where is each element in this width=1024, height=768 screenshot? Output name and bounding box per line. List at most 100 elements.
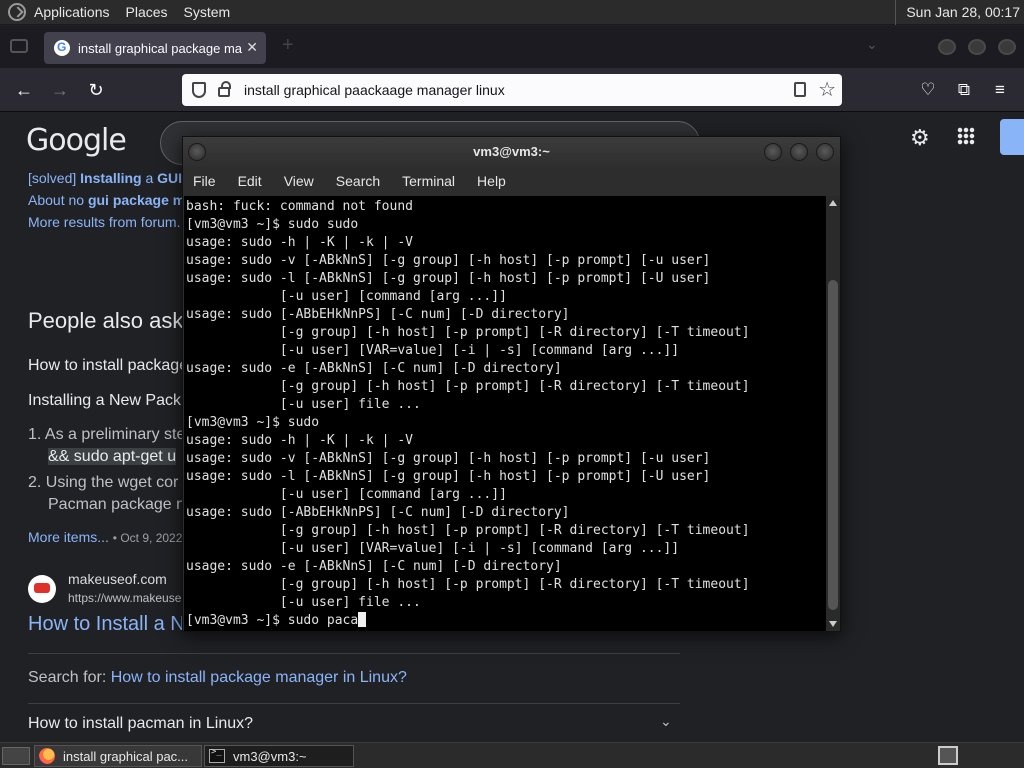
more-items-date: Oct 9, 2022: [120, 531, 183, 545]
terminal-line: [-g group] [-h host] [-p prompt] [-R dir…: [186, 577, 750, 592]
text-cursor: [358, 612, 367, 627]
terminal-line: [vm3@vm3 ~]$ sudo sudo: [186, 217, 359, 232]
step-2: 2. Using the wget cor: [28, 474, 179, 491]
terminal-titlebar[interactable]: vm3@vm3:~: [183, 137, 840, 167]
more-items-link[interactable]: More items...: [28, 529, 109, 545]
taskbar-terminal[interactable]: vm3@vm3:~: [204, 745, 354, 767]
lock-icon[interactable]: [218, 81, 231, 97]
scroll-down-arrow-icon[interactable]: [829, 621, 837, 627]
featured-heading: Installing a New Pack: [28, 392, 181, 409]
terminal-line: usage: sudo [-ABbEHkNnPS] [-C num] [-D d…: [186, 307, 570, 322]
menu-applications[interactable]: Applications: [34, 4, 110, 20]
terminal-line: [-u user] file ...: [186, 595, 421, 610]
google-logo[interactable]: Google: [26, 123, 127, 158]
terminal-line: usage: sudo -e [-ABkNnS] [-C num] [-D di…: [186, 559, 562, 574]
scrollbar-thumb[interactable]: [828, 280, 838, 610]
menu-edit[interactable]: Edit: [238, 173, 262, 189]
taskbar-firefox[interactable]: install graphical pac...: [34, 745, 202, 767]
terminal-line: usage: sudo -e [-ABkNnS] [-C num] [-D di…: [186, 361, 562, 376]
result-line-1[interactable]: [solved] Installing a GUI: [28, 167, 185, 189]
new-tab-icon[interactable]: +: [282, 34, 294, 57]
back-arrow-icon[interactable]: ←: [12, 78, 36, 102]
menu-view[interactable]: View: [284, 173, 314, 189]
tracking-protection-shield-icon[interactable]: [192, 82, 206, 98]
terminal-line: [-g group] [-h host] [-p prompt] [-R dir…: [186, 523, 750, 538]
menu-system[interactable]: System: [184, 4, 231, 20]
terminal-line: usage: sudo -l [-ABkNnS] [-g group] [-h …: [186, 271, 711, 286]
workspace-switcher-icon[interactable]: [938, 746, 958, 765]
maximize-button[interactable]: [790, 143, 808, 161]
terminal-title: vm3@vm3:~: [473, 144, 550, 159]
close-button[interactable]: [816, 143, 834, 161]
terminal-icon: [209, 747, 225, 763]
terminal-line: [vm3@vm3 ~]$ sudo: [186, 415, 320, 430]
taskbar-firefox-label: install graphical pac...: [63, 748, 189, 764]
minimize-window-button[interactable]: [938, 39, 956, 55]
firefox-view-icon[interactable]: [10, 39, 28, 53]
show-desktop-icon[interactable]: [2, 747, 30, 765]
terminal-line: [-u user] [VAR=value] [-i | -s] [command…: [186, 343, 680, 358]
divider: [28, 703, 680, 704]
menu-help[interactable]: Help: [477, 173, 506, 189]
bottom-taskbar: install graphical pac... vm3@vm3:~: [0, 742, 1024, 768]
maximize-window-button[interactable]: [968, 39, 986, 55]
source-site-name[interactable]: makeuseof.com: [68, 571, 167, 587]
forward-arrow-icon[interactable]: →: [48, 78, 72, 102]
hamburger-menu-icon[interactable]: ≡: [988, 78, 1012, 102]
reload-icon[interactable]: ↻: [84, 78, 108, 102]
result-line-3[interactable]: More results from forum.: [28, 211, 185, 233]
terminal-line: usage: sudo -h | -K | -k | -V: [186, 235, 413, 250]
terminal-input-line[interactable]: [vm3@vm3 ~]$ sudo paca: [186, 612, 826, 630]
url-bar[interactable]: install graphical paackaage manager linu…: [182, 74, 842, 106]
taskbar-terminal-label: vm3@vm3:~: [233, 748, 307, 764]
terminal-line: usage: sudo -v [-ABkNnS] [-g group] [-h …: [186, 451, 711, 466]
browser-tab[interactable]: install graphical package ma ✕: [44, 32, 266, 64]
menu-places[interactable]: Places: [126, 4, 168, 20]
distro-logo-icon[interactable]: [8, 3, 26, 21]
terminal-window[interactable]: vm3@vm3:~ File Edit View Search Terminal…: [182, 136, 841, 632]
result-line-2[interactable]: About no gui package m: [28, 189, 185, 211]
top-panel: Applications Places System Sun Jan 28, 0…: [0, 0, 1024, 25]
gear-icon[interactable]: ⚙: [910, 125, 930, 151]
clock[interactable]: Sun Jan 28, 00:17: [895, 0, 1024, 25]
bookmark-star-icon[interactable]: ☆: [818, 77, 836, 102]
extensions-puzzle-icon[interactable]: ⧉: [952, 78, 976, 102]
paa-question[interactable]: How to install package: [28, 357, 188, 375]
terminal-line: bash: fuck: command not found: [186, 199, 413, 214]
url-text[interactable]: install graphical paackaage manager linu…: [244, 82, 505, 98]
step-2-cont: Pacman package n: [48, 496, 185, 513]
terminal-line: [-g group] [-h host] [-p prompt] [-R dir…: [186, 379, 750, 394]
more-items-row: More items... • Oct 9, 2022: [28, 529, 183, 545]
menu-file[interactable]: File: [193, 173, 216, 189]
result-title-link[interactable]: How to Install a N: [28, 613, 185, 636]
list-all-tabs-icon[interactable]: ⌄: [866, 36, 878, 53]
close-tab-icon[interactable]: ✕: [246, 39, 258, 56]
reader-view-icon[interactable]: [794, 82, 806, 97]
scroll-up-arrow-icon[interactable]: [829, 200, 837, 206]
menu-terminal[interactable]: Terminal: [402, 173, 455, 189]
source-site-url[interactable]: https://www.makeuse: [68, 591, 181, 605]
terminal-line: [-u user] [VAR=value] [-i | -s] [command…: [186, 541, 680, 556]
site-favicon-icon[interactable]: [28, 575, 56, 603]
sign-in-button[interactable]: [1000, 119, 1024, 155]
google-favicon-icon: [54, 40, 70, 56]
navigation-toolbar: ← → ↻ install graphical paackaage manage…: [0, 68, 1024, 112]
terminal-output[interactable]: bash: fuck: command not found [vm3@vm3 ~]…: [184, 196, 826, 631]
step-1: 1. As a preliminary ste: [28, 426, 186, 443]
minimize-button[interactable]: [764, 143, 782, 161]
tab-bar: install graphical package ma ✕ + ⌄: [0, 26, 1024, 68]
pocket-icon[interactable]: ♡: [916, 78, 940, 102]
apps-grid-icon[interactable]: [957, 127, 975, 145]
chevron-down-icon[interactable]: ⌄: [660, 713, 672, 730]
window-menu-button[interactable]: [188, 143, 206, 161]
tab-title: install graphical package ma: [78, 40, 243, 56]
terminal-scrollbar[interactable]: [826, 196, 840, 631]
divider: [28, 653, 680, 654]
terminal-line: [-u user] [command [arg ...]]: [186, 487, 507, 502]
menu-search[interactable]: Search: [336, 173, 380, 189]
search-for-link[interactable]: How to install package manager in Linux?: [111, 669, 407, 686]
terminal-line: [-u user] file ...: [186, 397, 421, 412]
accordion-question[interactable]: How to install pacman in Linux?: [28, 715, 253, 733]
close-window-button[interactable]: [998, 39, 1016, 55]
terminal-line: usage: sudo -h | -K | -k | -V: [186, 433, 413, 448]
